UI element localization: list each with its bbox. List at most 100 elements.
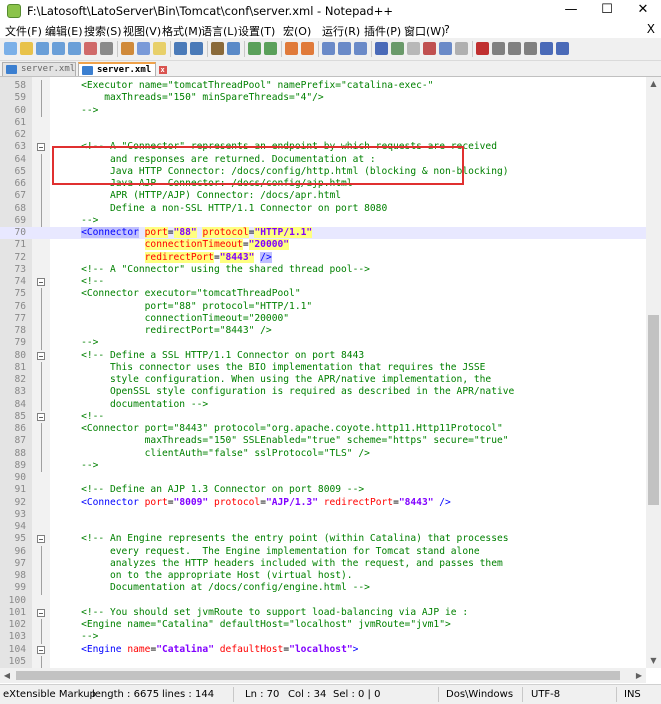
editor-area[interactable]: 58 <Executor name="tomcatThreadPool" nam… [0,77,646,668]
horizontal-scroll-thumb[interactable] [16,671,620,680]
code-line[interactable]: 96 every request. The Engine implementat… [0,545,646,558]
menu-item[interactable]: ? [444,23,450,36]
toolbar-button-icon[interactable] [248,42,261,55]
code-line[interactable]: 84 documentation --> [0,398,646,411]
toolbar-button-icon[interactable] [227,42,240,55]
code-line[interactable]: 64 and responses are returned. Documenta… [0,153,646,166]
code-line[interactable]: 58 <Executor name="tomcatThreadPool" nam… [0,80,646,93]
toolbar-button-icon[interactable] [338,42,351,55]
menu-item[interactable]: 运行(R) [322,23,360,39]
code-line[interactable]: 62 [0,129,646,141]
code-line[interactable]: 102 <Engine name="Catalina" defaultHost=… [0,619,646,632]
code-line[interactable]: 65 Java HTTP Connector: /docs/config/htt… [0,165,646,178]
code-line[interactable]: 97 analyzes the HTTP headers included wi… [0,557,646,570]
code-line[interactable]: 79 --> [0,337,646,350]
vertical-scrollbar[interactable]: ▲ ▼ [646,77,661,668]
status-encoding[interactable]: UTF-8 [531,689,560,700]
code-line[interactable]: 76 port="88" protocol="HTTP/1.1" [0,300,646,313]
fold-toggle-icon[interactable] [37,278,45,286]
status-insert-mode[interactable]: INS [624,689,641,700]
toolbar-button-icon[interactable] [391,42,404,55]
fold-toggle-icon[interactable] [37,412,45,421]
code-line[interactable]: 99 Documentation at /docs/config/engine.… [0,582,646,595]
code-line[interactable]: 60 --> [0,104,646,117]
code-line[interactable]: 75 <Connector executor="tomcatThreadPool… [0,288,646,301]
toolbar-button-icon[interactable] [190,42,203,55]
toolbar-button-icon[interactable] [285,42,298,55]
toolbar-button-icon[interactable] [211,42,224,55]
code-line[interactable]: 86 <Connector port="8443" protocol="org.… [0,423,646,436]
code-line[interactable]: 101 <!-- You should set jvmRoute to supp… [0,607,646,619]
fold-toggle-icon[interactable] [37,645,45,654]
toolbar-button-icon[interactable] [407,42,420,55]
toolbar-button-icon[interactable] [68,42,81,55]
toolbar-button-icon[interactable] [20,42,33,55]
menu-item[interactable]: 窗口(W) [404,23,445,39]
menu-item[interactable]: 宏(O) [283,23,311,39]
toolbar-button-icon[interactable] [439,42,452,55]
horizontal-scrollbar[interactable]: ◀ ▶ [0,668,646,683]
code-line[interactable]: 105 [0,655,646,668]
code-line[interactable]: 81 This connector uses the BIO implement… [0,361,646,374]
scroll-left-icon[interactable]: ◀ [0,668,14,683]
menu-close-doc-button[interactable]: X [647,22,655,36]
code-line[interactable]: 95 <!-- An Engine represents the entry p… [0,533,646,545]
code-line[interactable]: 94 [0,521,646,533]
scroll-up-icon[interactable]: ▲ [646,77,661,91]
minimize-button[interactable]: — [553,0,589,22]
code-line[interactable]: 104 <Engine name="Catalina" defaultHost=… [0,644,646,656]
code-line[interactable]: 98 on to the appropriate Host (virtual h… [0,570,646,583]
toolbar-button-icon[interactable] [423,42,436,55]
fold-toggle-icon[interactable] [37,535,45,544]
menu-item[interactable]: 搜索(S) [84,23,122,39]
menu-item[interactable]: 视图(V) [123,23,161,39]
toolbar-button-icon[interactable] [556,42,569,55]
toolbar-button-icon[interactable] [524,42,537,55]
code-line[interactable]: 71 connectionTimeout="20000" [0,239,646,251]
tab-close-icon[interactable]: x [158,65,167,74]
toolbar-button-icon[interactable] [322,42,335,55]
code-line[interactable]: 100 [0,595,646,607]
menu-item[interactable]: 插件(P) [364,23,401,39]
code-line[interactable]: 70 <Connector port="88" protocol="HTTP/1… [0,227,646,240]
toolbar-button-icon[interactable] [354,42,367,55]
toolbar-button-icon[interactable] [4,42,17,55]
toolbar-button-icon[interactable] [36,42,49,55]
code-line[interactable]: 63 <!-- A "Connector" represents an endp… [0,141,646,153]
menu-item[interactable]: 编辑(E) [45,23,83,39]
toolbar-button-icon[interactable] [301,42,314,55]
toolbar-button-icon[interactable] [476,42,489,55]
tab-server-xml-2[interactable]: server.xml x [78,62,167,76]
menu-item[interactable]: 格式(M) [162,23,202,39]
menu-item[interactable]: 语言(L) [201,23,238,39]
toolbar-button-icon[interactable] [100,42,113,55]
tab-server-xml-1[interactable]: server.xml [2,62,76,76]
code-line[interactable]: 93 [0,509,646,521]
code-line[interactable]: 85 <!-- [0,411,646,423]
code-line[interactable]: 91 <!-- Define an AJP 1.3 Connector on p… [0,484,646,496]
close-button[interactable]: ✕ [625,0,661,22]
code-line[interactable]: 77 connectionTimeout="20000" [0,312,646,325]
toolbar-button-icon[interactable] [52,42,65,55]
toolbar-button-icon[interactable] [84,42,97,55]
toolbar-button-icon[interactable] [492,42,505,55]
code-line[interactable]: 103 --> [0,631,646,644]
code-line[interactable]: 72 redirectPort="8443" /> [0,251,646,264]
code-line[interactable]: 59 maxThreads="150" minSpareThreads="4"/… [0,92,646,105]
code-line[interactable]: 78 redirectPort="8443" /> [0,325,646,338]
code-line[interactable]: 80 <!-- Define a SSL HTTP/1.1 Connector … [0,350,646,362]
code-line[interactable]: 67 APR (HTTP/AJP) Connector: /docs/apr.h… [0,190,646,203]
code-line[interactable]: 61 [0,117,646,129]
toolbar-button-icon[interactable] [174,42,187,55]
status-eol[interactable]: Dos\Windows [446,689,513,700]
menu-item[interactable]: 设置(T) [238,23,275,39]
toolbar-button-icon[interactable] [375,42,388,55]
menu-item[interactable]: 文件(F) [5,23,42,39]
code-line[interactable]: 66 Java AJP Connector: /docs/config/ajp.… [0,178,646,191]
scroll-down-icon[interactable]: ▼ [646,654,661,668]
toolbar-button-icon[interactable] [121,42,134,55]
fold-toggle-icon[interactable] [37,608,45,617]
toolbar-button-icon[interactable] [153,42,166,55]
fold-toggle-icon[interactable] [37,351,45,360]
code-line[interactable]: 87 maxThreads="150" SSLEnabled="true" sc… [0,435,646,448]
